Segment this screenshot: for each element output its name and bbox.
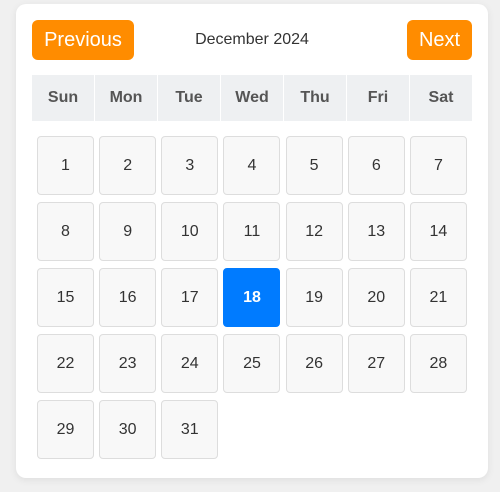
day-cell[interactable]: 1 [37, 136, 94, 195]
day-cell[interactable]: 17 [161, 268, 219, 327]
days-grid: 1 2 3 4 5 6 7 8 9 10 11 12 13 14 15 16 17 18 19 20 21 22 23 24 2… [37, 136, 467, 459]
day-cell[interactable]: 21 [409, 268, 467, 327]
day-cell[interactable]: 30 [99, 400, 157, 459]
weekday-sat: Sat [410, 75, 472, 121]
weekday-mon: Mon [95, 75, 157, 121]
day-cell[interactable]: 25 [223, 334, 281, 393]
calendar-header: December 2024 Previous Next [32, 20, 472, 60]
day-cell[interactable]: 29 [37, 400, 94, 459]
day-cell[interactable]: 31 [161, 400, 219, 459]
day-cell[interactable]: 7 [409, 136, 467, 195]
day-cell[interactable]: 5 [285, 136, 343, 195]
weekday-fri: Fri [347, 75, 409, 121]
day-cell[interactable]: 4 [223, 136, 281, 195]
day-cell[interactable]: 23 [99, 334, 157, 393]
day-cell[interactable]: 19 [285, 268, 343, 327]
weekday-thu: Thu [284, 75, 346, 121]
day-cell[interactable]: 12 [285, 202, 343, 261]
day-cell[interactable]: 15 [37, 268, 94, 327]
day-cell[interactable]: 22 [37, 334, 94, 393]
day-cell[interactable]: 10 [161, 202, 219, 261]
day-cell[interactable]: 3 [161, 136, 219, 195]
next-button[interactable]: Next [407, 20, 472, 60]
previous-button[interactable]: Previous [32, 20, 134, 60]
calendar-card: December 2024 Previous Next Sun Mon Tue … [16, 4, 488, 478]
day-cell[interactable]: 6 [347, 136, 405, 195]
weekday-header-row: Sun Mon Tue Wed Thu Fri Sat [32, 75, 472, 121]
day-cell[interactable]: 26 [285, 334, 343, 393]
weekday-tue: Tue [158, 75, 220, 121]
day-cell[interactable]: 11 [223, 202, 281, 261]
day-cell[interactable]: 8 [37, 202, 94, 261]
day-cell[interactable]: 16 [99, 268, 157, 327]
day-cell[interactable]: 13 [347, 202, 405, 261]
day-cell[interactable]: 24 [161, 334, 219, 393]
day-cell[interactable]: 20 [347, 268, 405, 327]
day-cell[interactable]: 9 [99, 202, 157, 261]
day-cell[interactable]: 2 [99, 136, 157, 195]
day-cell[interactable]: 27 [347, 334, 405, 393]
day-cell[interactable]: 14 [409, 202, 467, 261]
weekday-sun: Sun [32, 75, 94, 121]
day-cell-selected[interactable]: 18 [223, 268, 281, 327]
weekday-wed: Wed [221, 75, 283, 121]
day-cell[interactable]: 28 [409, 334, 467, 393]
